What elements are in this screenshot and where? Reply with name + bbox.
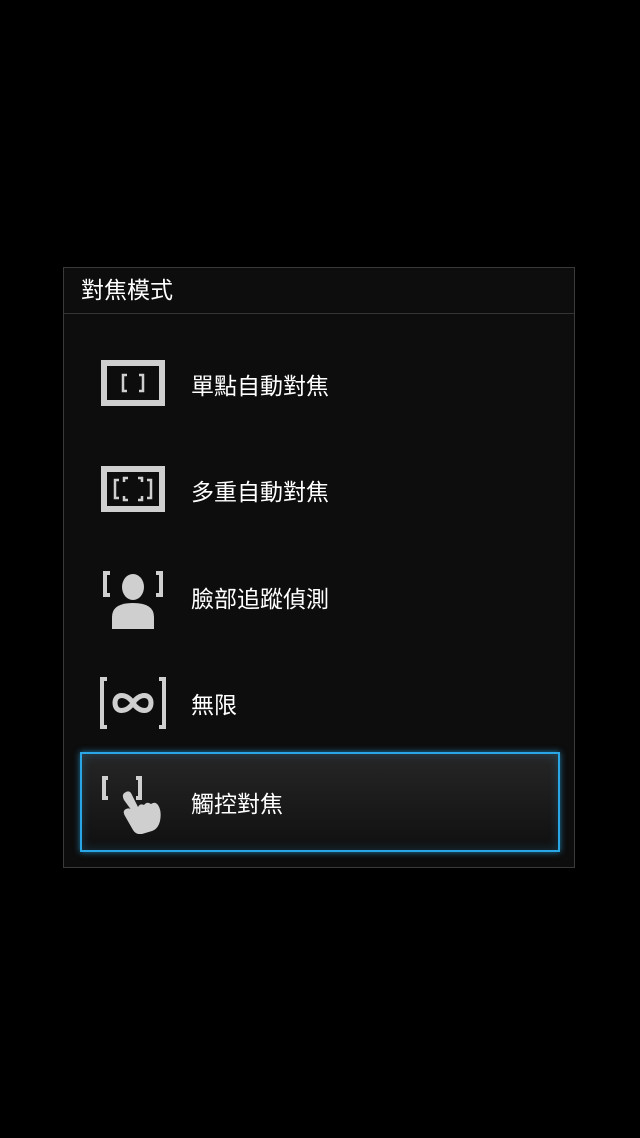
screen: 對焦模式 單點自動對焦 多重自動對焦 臉部追蹤偵測 無限 觸控對焦 xyxy=(0,0,640,1138)
option-single-focus[interactable]: 單點自動對焦 xyxy=(80,334,560,434)
dialog-title: 對焦模式 xyxy=(64,268,574,314)
single-focus-icon xyxy=(98,352,168,416)
option-label: 多重自動對焦 xyxy=(191,480,329,506)
option-label: 單點自動對焦 xyxy=(191,374,329,400)
multi-focus-icon xyxy=(98,458,168,522)
touch-focus-icon xyxy=(98,770,168,835)
option-touch-focus[interactable]: 觸控對焦 xyxy=(80,752,560,852)
face-detection-icon xyxy=(98,565,168,631)
infinity-icon xyxy=(98,671,168,735)
option-label: 觸控對焦 xyxy=(191,792,283,818)
option-label: 無限 xyxy=(191,693,237,719)
option-face-detection[interactable]: 臉部追蹤偵測 xyxy=(80,547,560,647)
option-infinity[interactable]: 無限 xyxy=(80,653,560,753)
option-multi-focus[interactable]: 多重自動對焦 xyxy=(80,440,560,540)
option-label: 臉部追蹤偵測 xyxy=(191,587,329,613)
focus-mode-dialog: 對焦模式 單點自動對焦 多重自動對焦 臉部追蹤偵測 無限 觸控對焦 xyxy=(63,267,575,868)
